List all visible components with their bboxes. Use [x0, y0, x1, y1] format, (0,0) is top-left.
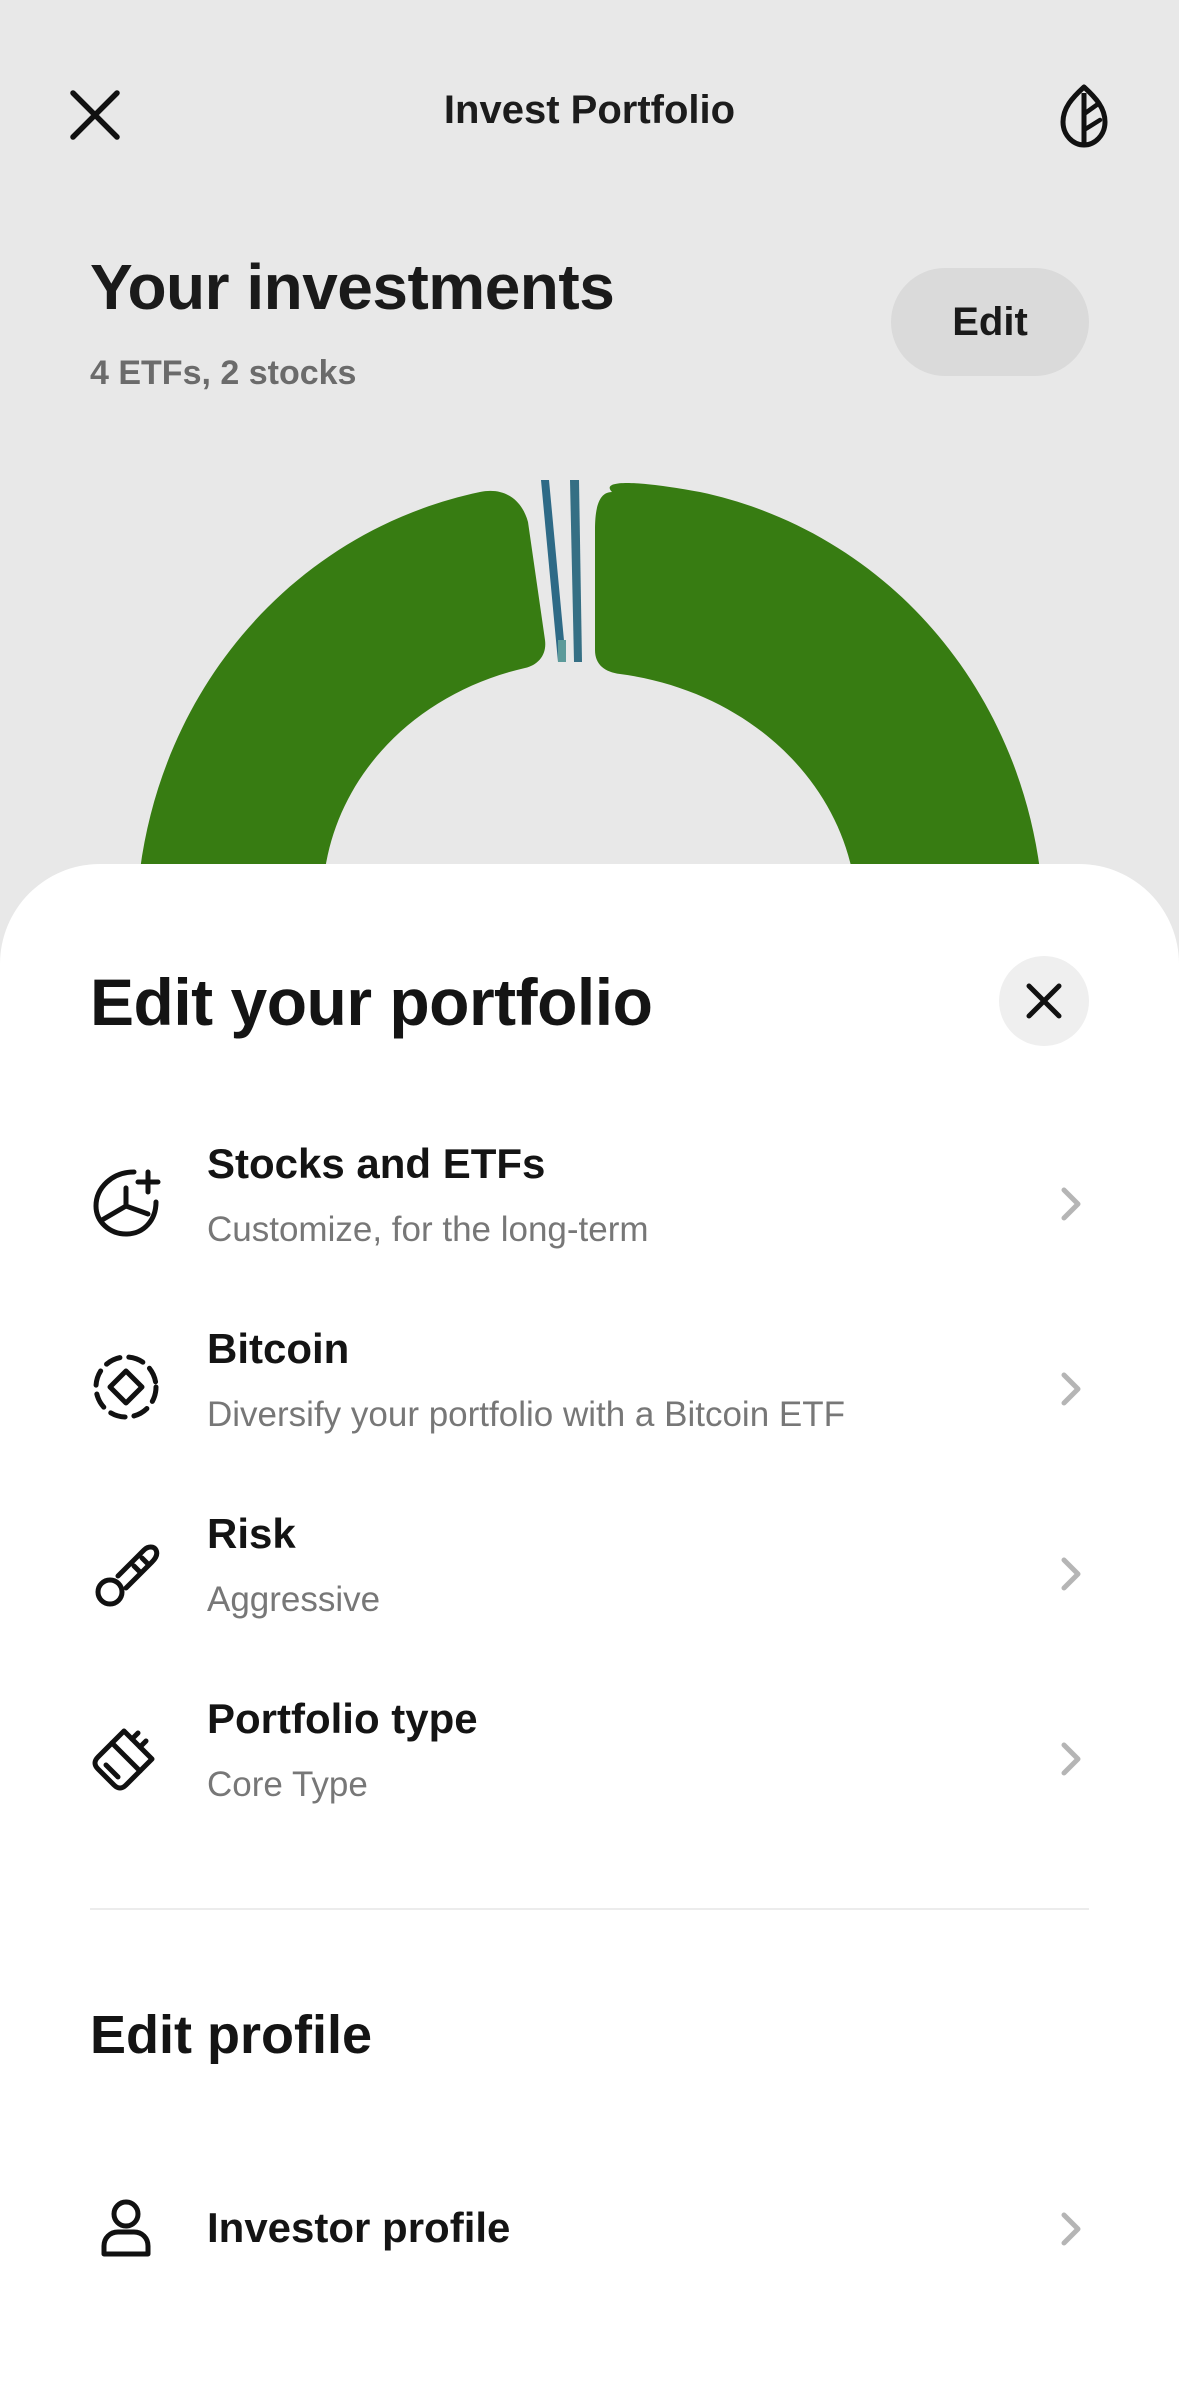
allocation-donut-chart: [140, 480, 1040, 870]
investments-title: Your investments: [90, 251, 615, 323]
donut-segment-sliver-3: [558, 640, 566, 662]
leaf-icon[interactable]: [1049, 78, 1119, 154]
paintbrush-icon: [88, 1719, 164, 1795]
pie-chart-plus-icon: [88, 1164, 164, 1240]
chevron-right-icon: [1051, 1365, 1091, 1413]
donut-segment-sliver-1: [541, 480, 566, 662]
chevron-right-icon: [1051, 1550, 1091, 1598]
menu-item-stocks-etfs[interactable]: Stocks and ETFs Customize, for the long-…: [0, 1114, 1179, 1299]
thermometer-icon: [88, 1534, 164, 1610]
close-icon[interactable]: [999, 956, 1089, 1046]
donut-segment-left: [140, 490, 546, 870]
donut-segment-right: [595, 483, 1040, 870]
chevron-right-icon: [1051, 1180, 1091, 1228]
top-bar: Invest Portfolio: [0, 0, 1179, 230]
menu-item-label: Bitcoin: [207, 1325, 350, 1372]
menu-item-description: Customize, for the long-term: [207, 1210, 649, 1249]
menu-item-risk[interactable]: Risk Aggressive: [0, 1484, 1179, 1669]
donut-segment-sliver-2: [570, 480, 582, 662]
menu-item-description: Diversify your portfolio with a Bitcoin …: [207, 1395, 845, 1434]
menu-item-description: Aggressive: [207, 1580, 381, 1619]
menu-item-investor-profile[interactable]: Investor profile: [0, 2154, 1179, 2304]
edit-portfolio-sheet: Edit your portfolio Stocks and ETFs Cust…: [0, 864, 1179, 2396]
menu-item-label: Investor profile: [207, 2204, 511, 2251]
investments-summary: 4 ETFs, 2 stocks: [90, 354, 357, 392]
bitcoin-diamond-icon: [88, 1349, 164, 1425]
person-icon: [88, 2190, 164, 2266]
chevron-right-icon: [1051, 2205, 1091, 2253]
invest-portfolio-screen: Invest Portfolio Your investments 4 ETFs…: [0, 0, 1179, 2396]
edit-profile-title: Edit profile: [90, 2005, 372, 2065]
menu-item-description: Core Type: [207, 1765, 368, 1804]
menu-item-label: Stocks and ETFs: [207, 1140, 546, 1187]
menu-item-label: Portfolio type: [207, 1695, 478, 1742]
section-divider: [90, 1908, 1089, 1910]
chevron-right-icon: [1051, 1735, 1091, 1783]
portfolio-options-list: Stocks and ETFs Customize, for the long-…: [0, 1114, 1179, 1854]
menu-item-bitcoin[interactable]: Bitcoin Diversify your portfolio with a …: [0, 1299, 1179, 1484]
edit-button[interactable]: Edit: [891, 268, 1089, 376]
menu-item-label: Risk: [207, 1510, 296, 1557]
sheet-title: Edit your portfolio: [90, 965, 653, 1039]
page-title: Invest Portfolio: [443, 88, 736, 132]
menu-item-portfolio-type[interactable]: Portfolio type Core Type: [0, 1669, 1179, 1854]
